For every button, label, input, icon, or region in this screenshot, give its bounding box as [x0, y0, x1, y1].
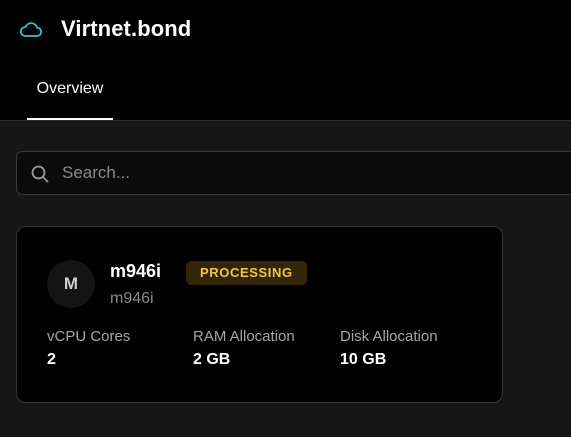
stat-value: 2 [47, 351, 56, 368]
server-card[interactable]: M m946i PROCESSING m946i vCPU Cores 2 RA… [16, 226, 503, 403]
app-title: Virtnet.bond [61, 16, 192, 41]
status-badge: PROCESSING [186, 261, 307, 285]
server-name: m946i [110, 261, 162, 281]
stat-value: 2 GB [193, 351, 231, 368]
avatar: M [47, 260, 95, 308]
stat-vcpu: vCPU Cores 2 [47, 328, 130, 369]
stat-label: RAM Allocation [193, 328, 295, 345]
top-header: Virtnet.bond Overview [0, 0, 571, 121]
tab-overview[interactable]: Overview [27, 68, 113, 120]
stat-label: Disk Allocation [340, 328, 438, 345]
search-bar[interactable] [16, 151, 571, 195]
stat-ram: RAM Allocation 2 GB [193, 328, 295, 369]
cloud-icon [18, 18, 44, 40]
stat-label: vCPU Cores [47, 328, 131, 345]
search-icon [31, 165, 49, 183]
stat-disk: Disk Allocation 10 GB [340, 328, 438, 369]
brand[interactable]: Virtnet.bond [18, 14, 191, 44]
server-hostname: m946i [110, 290, 154, 307]
search-input[interactable] [62, 152, 562, 194]
stat-value: 10 GB [340, 351, 387, 368]
